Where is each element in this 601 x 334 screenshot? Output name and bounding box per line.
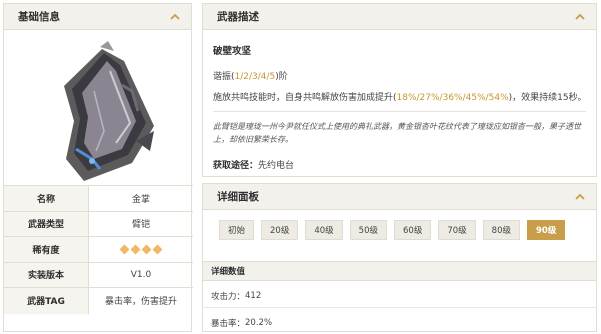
stat-label: 暴击率： — [211, 318, 246, 329]
level-tabs: 初始 20级 40级 50级 60级 70级 80级 90级 — [203, 210, 596, 240]
star-icon — [152, 244, 163, 255]
effect-suffix: )，效果持续15秒。 — [508, 93, 587, 103]
tier-prefix: 谐振( — [213, 72, 235, 82]
level-tab[interactable]: 70级 — [438, 220, 476, 240]
chevron-up-icon[interactable] — [169, 11, 181, 23]
basic-info-title: 基础信息 — [18, 11, 60, 23]
chevron-up-icon[interactable] — [574, 191, 586, 203]
info-row-name: 名称 金掌 — [4, 186, 193, 212]
description-title: 武器描述 — [217, 11, 259, 23]
level-tab[interactable]: 40级 — [305, 220, 343, 240]
tier-suffix: )阶 — [275, 72, 288, 82]
skill-name: 破壁攻坚 — [213, 46, 252, 57]
description-header[interactable]: 武器描述 — [203, 4, 596, 30]
tier-values: 1/2/3/4/5 — [234, 72, 276, 82]
stat-label: 攻击力： — [211, 292, 246, 302]
basic-info-panel: 基础信息 名称 金掌 武器类型 臂铠 稀有度 实装版本 V1.0 武器TAG 暴… — [3, 3, 193, 332]
chevron-up-icon[interactable] — [574, 11, 586, 23]
info-label: 武器TAG — [4, 288, 89, 314]
resonance-tier-line: 谐振(1/2/3/4/5)阶 — [213, 69, 586, 82]
level-tab[interactable]: 80级 — [482, 220, 520, 240]
lore-text: 此臂铠是瑝珑一州今尹就任仪式上使用的典礼武器，黄金银杏叶花纹代表了瑝珑应如银杏一… — [213, 122, 581, 144]
obtain-label: 获取途径： — [213, 161, 259, 171]
info-label: 名称 — [4, 186, 89, 211]
divider — [213, 111, 586, 112]
star-icon — [141, 244, 152, 255]
detail-header[interactable]: 详细面板 — [203, 184, 596, 210]
level-tab[interactable]: 50级 — [349, 220, 387, 240]
info-value: V1.0 — [130, 269, 152, 280]
detail-subheader: 详细数值 — [203, 261, 596, 281]
detail-panel: 详细面板 初始 20级 40级 50级 60级 70级 80级 90级 详细数值 攻击力： 41… — [202, 183, 597, 332]
stat-value: 20.2% — [245, 317, 273, 328]
stat-row-attack: 攻击力： 412 — [203, 285, 596, 308]
info-label: 稀有度 — [4, 237, 89, 262]
obtain-value: 先约电台 — [258, 161, 295, 171]
info-value: 金掌 — [131, 194, 150, 205]
level-tab[interactable]: 90级 — [526, 220, 566, 240]
info-label: 实装版本 — [4, 262, 89, 287]
info-row-weapon-type: 武器类型 臂铠 — [4, 211, 193, 237]
effect-values: 18%/27%/36%/45%/54% — [396, 93, 509, 103]
info-row-tag: 武器TAG 暴击率，伤害提升 — [4, 288, 193, 314]
info-row-rarity: 稀有度 — [4, 237, 193, 263]
weapon-image — [4, 31, 193, 181]
star-icon — [130, 244, 141, 255]
info-row-version: 实装版本 V1.0 — [4, 262, 193, 288]
obtain-line: 获取途径：先约电台 — [213, 158, 586, 171]
description-panel: 武器描述 破壁攻坚 谐振(1/2/3/4/5)阶 施放共鸣技能时，自身共鸣解放伤… — [202, 3, 597, 177]
stat-row-crit: 暴击率： 20.2% — [203, 311, 596, 334]
info-label: 武器类型 — [4, 211, 89, 236]
basic-info-header[interactable]: 基础信息 — [4, 4, 191, 30]
info-value: 暴击率，伤害提升 — [104, 297, 177, 308]
level-tab[interactable]: 20级 — [261, 220, 299, 240]
star-icon — [119, 244, 130, 255]
effect-line: 施放共鸣技能时，自身共鸣解放伤害加成提升(18%/27%/36%/45%/54%… — [213, 90, 587, 103]
rarity-stars — [89, 237, 193, 262]
level-tab[interactable]: 60级 — [394, 220, 432, 240]
stat-value: 412 — [245, 291, 262, 301]
level-tab[interactable]: 初始 — [219, 220, 255, 240]
effect-prefix: 施放共鸣技能时，自身共鸣解放伤害加成提升( — [213, 93, 397, 103]
info-value: 臂铠 — [131, 220, 150, 231]
detail-title: 详细面板 — [217, 191, 259, 203]
basic-info-table: 名称 金掌 武器类型 臂铠 稀有度 实装版本 V1.0 武器TAG 暴击率，伤害… — [4, 185, 193, 314]
